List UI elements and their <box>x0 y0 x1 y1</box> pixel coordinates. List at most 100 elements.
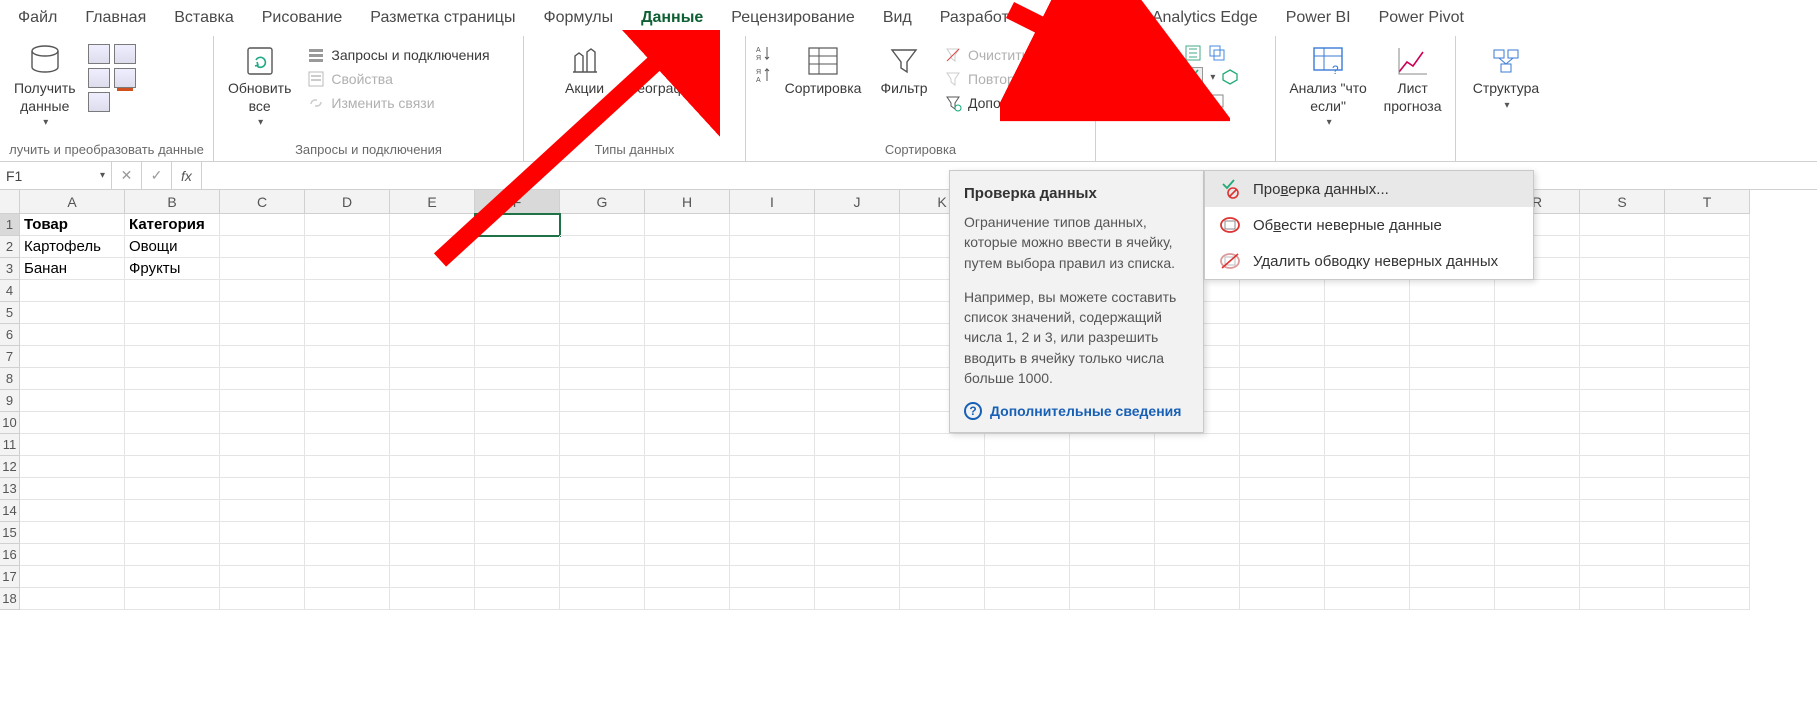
cell[interactable] <box>1495 456 1580 478</box>
cell[interactable] <box>560 346 645 368</box>
cell[interactable] <box>560 412 645 434</box>
row-header[interactable]: 13 <box>0 478 20 500</box>
cell[interactable] <box>900 544 985 566</box>
cell[interactable] <box>20 456 125 478</box>
cell[interactable] <box>1240 522 1325 544</box>
cell[interactable] <box>645 324 730 346</box>
cell[interactable] <box>20 280 125 302</box>
cell[interactable] <box>645 588 730 610</box>
cell[interactable] <box>475 456 560 478</box>
cell[interactable] <box>125 500 220 522</box>
cell[interactable] <box>815 412 900 434</box>
select-all-corner[interactable] <box>0 190 20 214</box>
cell[interactable] <box>220 478 305 500</box>
cell[interactable] <box>20 566 125 588</box>
cell[interactable] <box>1155 544 1240 566</box>
cell[interactable] <box>1495 500 1580 522</box>
row-header[interactable]: 11 <box>0 434 20 456</box>
row-header[interactable]: 5 <box>0 302 20 324</box>
cell[interactable]: Фрукты <box>125 258 220 280</box>
name-box[interactable]: F1 ▾ <box>0 162 112 189</box>
row-header[interactable]: 16 <box>0 544 20 566</box>
cell[interactable] <box>20 390 125 412</box>
cell[interactable] <box>1240 280 1325 302</box>
cell[interactable] <box>815 522 900 544</box>
cell[interactable] <box>645 456 730 478</box>
cell[interactable] <box>815 588 900 610</box>
cell[interactable] <box>1410 346 1495 368</box>
cell[interactable] <box>985 500 1070 522</box>
cell[interactable] <box>220 412 305 434</box>
tab-главная[interactable]: Главная <box>71 3 160 33</box>
outline-button[interactable]: Структура▾ <box>1467 40 1545 114</box>
cell[interactable] <box>390 544 475 566</box>
cell[interactable] <box>220 390 305 412</box>
row-header[interactable]: 9 <box>0 390 20 412</box>
row-header[interactable]: 15 <box>0 522 20 544</box>
cell[interactable] <box>900 478 985 500</box>
cell[interactable] <box>20 368 125 390</box>
cell[interactable] <box>475 588 560 610</box>
cell[interactable] <box>1410 588 1495 610</box>
cell[interactable] <box>730 566 815 588</box>
tab-файл[interactable]: Файл <box>4 3 71 33</box>
cell[interactable] <box>1580 588 1665 610</box>
cell[interactable] <box>475 280 560 302</box>
cell[interactable] <box>305 236 390 258</box>
cell[interactable] <box>1580 566 1665 588</box>
refresh-all-button[interactable]: Обновить все▾ <box>222 40 297 132</box>
cell[interactable] <box>1240 412 1325 434</box>
cell[interactable] <box>220 302 305 324</box>
cell[interactable] <box>1240 588 1325 610</box>
cell[interactable] <box>1580 522 1665 544</box>
cell[interactable] <box>305 588 390 610</box>
cell[interactable] <box>1410 478 1495 500</box>
cell[interactable] <box>125 588 220 610</box>
existing-connections-icon[interactable] <box>88 92 110 112</box>
cell[interactable] <box>305 522 390 544</box>
cell[interactable] <box>305 214 390 236</box>
cell[interactable] <box>1240 434 1325 456</box>
cell[interactable] <box>815 478 900 500</box>
dropdown-item[interactable]: Удалить обводку неверных данных <box>1205 243 1533 279</box>
cell[interactable] <box>1580 456 1665 478</box>
cell[interactable] <box>1325 588 1410 610</box>
cell[interactable] <box>645 566 730 588</box>
cell[interactable] <box>815 236 900 258</box>
cell[interactable] <box>560 324 645 346</box>
cell[interactable] <box>730 236 815 258</box>
cell[interactable] <box>475 434 560 456</box>
cell[interactable] <box>645 368 730 390</box>
cell[interactable] <box>220 522 305 544</box>
cell[interactable] <box>220 588 305 610</box>
cell[interactable] <box>1410 500 1495 522</box>
cell[interactable] <box>1325 544 1410 566</box>
cell[interactable] <box>1665 280 1750 302</box>
column-header[interactable]: S <box>1580 190 1665 214</box>
cell[interactable] <box>985 544 1070 566</box>
cell[interactable] <box>730 522 815 544</box>
cell[interactable] <box>1325 566 1410 588</box>
cell[interactable] <box>730 478 815 500</box>
cell[interactable] <box>645 302 730 324</box>
cell[interactable] <box>1665 368 1750 390</box>
cell[interactable] <box>1580 280 1665 302</box>
cell[interactable] <box>305 346 390 368</box>
cell[interactable] <box>815 302 900 324</box>
cell[interactable] <box>475 522 560 544</box>
cell[interactable] <box>1240 302 1325 324</box>
cell[interactable] <box>560 456 645 478</box>
cell[interactable] <box>1665 346 1750 368</box>
cell[interactable] <box>1325 500 1410 522</box>
cell[interactable] <box>220 324 305 346</box>
cell[interactable] <box>125 324 220 346</box>
cell[interactable] <box>1580 214 1665 236</box>
cell[interactable] <box>645 412 730 434</box>
cell[interactable] <box>1580 544 1665 566</box>
cell[interactable] <box>645 434 730 456</box>
cell[interactable] <box>1240 566 1325 588</box>
cell[interactable] <box>900 588 985 610</box>
cell[interactable] <box>220 368 305 390</box>
cell[interactable] <box>1665 236 1750 258</box>
cell[interactable]: Овощи <box>125 236 220 258</box>
